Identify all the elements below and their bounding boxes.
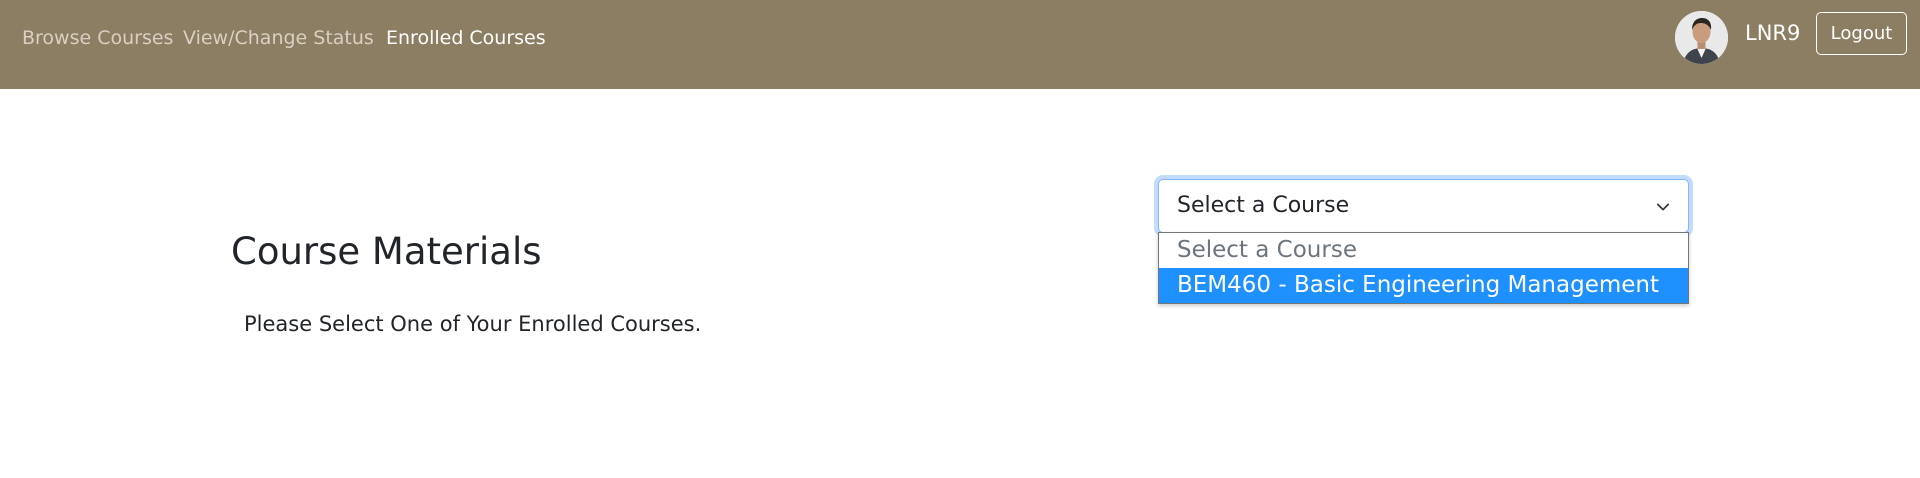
logout-button[interactable]: Logout bbox=[1816, 12, 1907, 55]
avatar-photo-icon bbox=[1675, 11, 1728, 64]
top-navbar: Browse Courses View/Change Status Enroll… bbox=[0, 0, 1920, 89]
course-select[interactable]: Select a Course bbox=[1158, 179, 1689, 233]
user-avatar[interactable] bbox=[1675, 11, 1728, 64]
username-label: LNR9 bbox=[1745, 21, 1801, 45]
nav-view-change-status[interactable]: View/Change Status bbox=[183, 27, 374, 49]
chevron-down-icon bbox=[1656, 203, 1670, 211]
course-dropdown-list: Select a Course BEM460 - Basic Engineeri… bbox=[1158, 232, 1689, 304]
course-select-value: Select a Course bbox=[1177, 193, 1350, 218]
nav-enrolled-courses[interactable]: Enrolled Courses bbox=[386, 27, 546, 49]
page-title: Course Materials bbox=[231, 230, 542, 273]
course-option-bem460[interactable]: BEM460 - Basic Engineering Management bbox=[1159, 268, 1688, 303]
instruction-text: Please Select One of Your Enrolled Cours… bbox=[244, 312, 702, 336]
course-option-placeholder[interactable]: Select a Course bbox=[1159, 233, 1688, 268]
nav-browse-courses[interactable]: Browse Courses bbox=[22, 27, 173, 49]
